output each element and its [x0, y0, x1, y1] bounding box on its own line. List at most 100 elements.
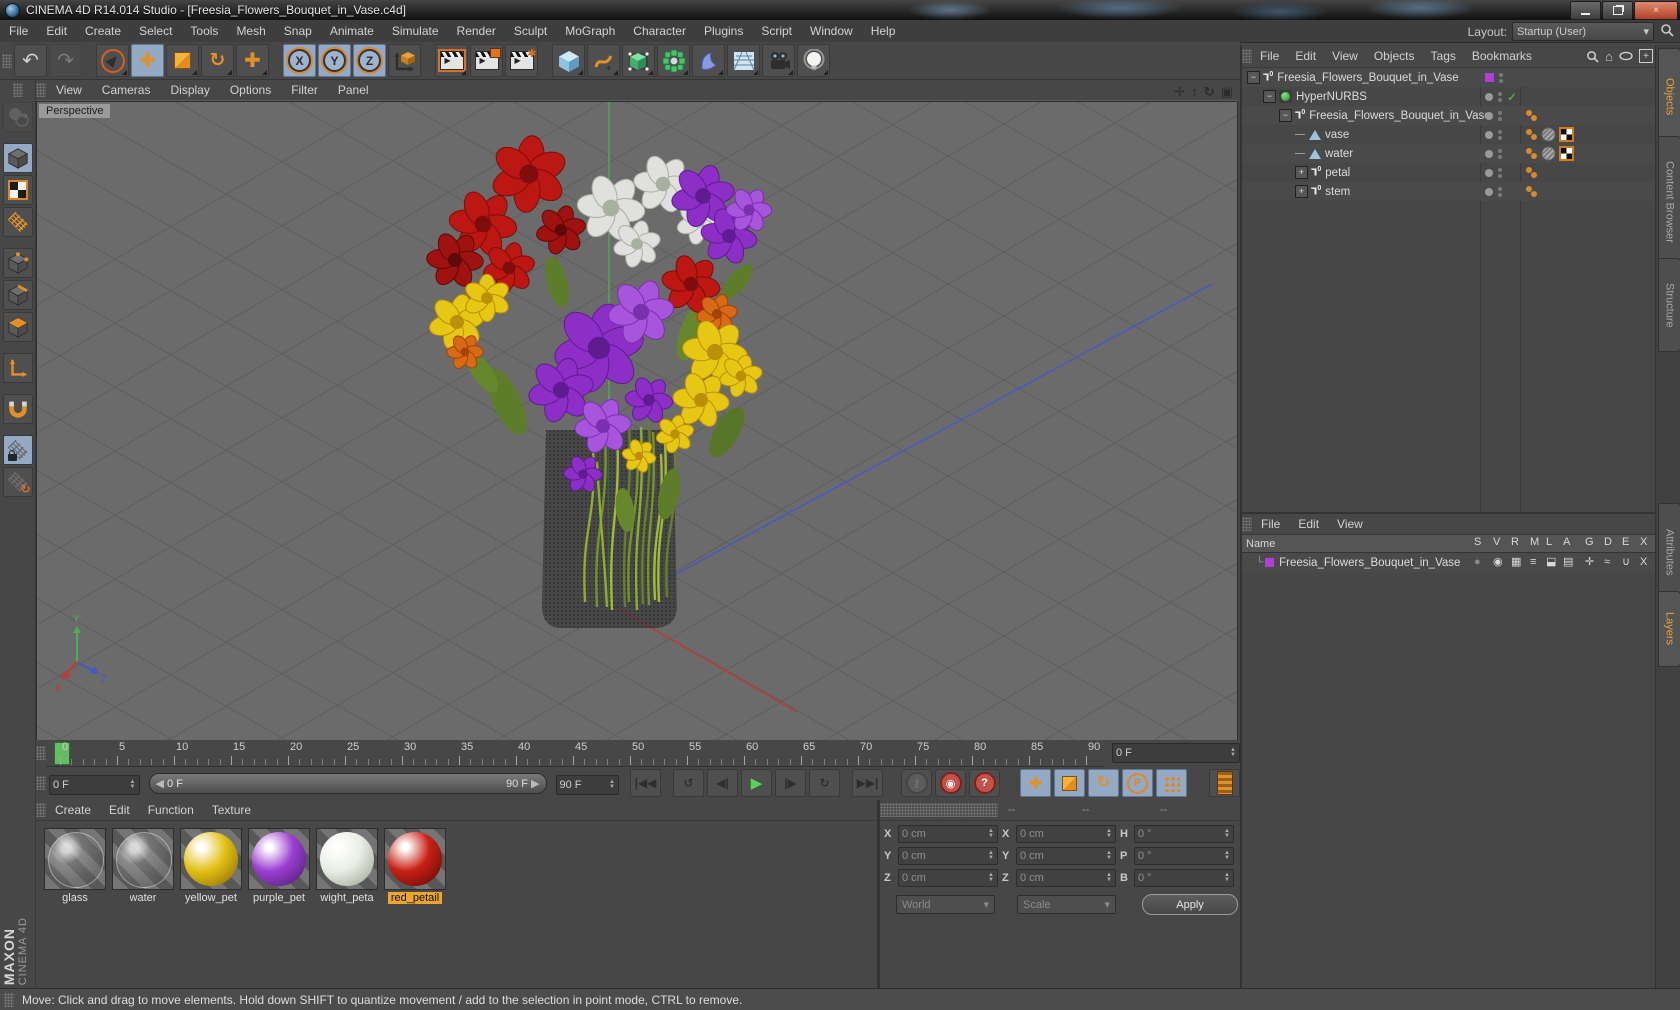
minimize-button[interactable]	[1570, 1, 1601, 20]
transport-goto-next-frame-button[interactable]: |▶	[775, 769, 806, 797]
phong-tag[interactable]	[1525, 166, 1538, 179]
viewport-menu-cameras[interactable]: Cameras	[92, 80, 161, 100]
texture-tag[interactable]	[1541, 146, 1556, 161]
toolbar-add-camera-button[interactable]	[762, 44, 795, 77]
close-button[interactable]: ×	[1634, 1, 1678, 20]
om-menu-file[interactable]: File	[1252, 45, 1287, 67]
menu-select[interactable]: Select	[130, 20, 181, 42]
material-thumbnail[interactable]	[44, 828, 106, 890]
object-row-petal[interactable]: + Ꞁ0 petal	[1242, 163, 1657, 182]
current-frame-spinner[interactable]: 0 F ▲ ▼	[49, 774, 140, 795]
material-menu-function[interactable]: Function	[139, 799, 203, 821]
filter-icon[interactable]	[1619, 51, 1633, 61]
layer-toggle-deformers-icon[interactable]: ≈	[1604, 557, 1610, 568]
phong-tag[interactable]	[1525, 185, 1538, 198]
transport-record-rotation-toggle[interactable]: ↻	[1088, 769, 1119, 797]
object-name[interactable]: stem	[1325, 186, 1350, 198]
toolbar-live-selection-button[interactable]	[96, 44, 129, 77]
toolbar-render-view-button[interactable]	[435, 44, 468, 77]
material-thumbnail[interactable]	[112, 828, 174, 890]
scene-canvas[interactable]: YZX	[16, 0, 1258, 1010]
transport-keyframe-selection-button[interactable]: ?	[969, 769, 1000, 797]
viewport-3d-view[interactable]: ✛ ↕ ↻ ▣ Perspective YZX	[16, 0, 1258, 1010]
panel-grip[interactable]	[36, 776, 46, 790]
tool-snap-button[interactable]	[2, 394, 33, 424]
layout-select[interactable]: Startup (User) ▾	[1512, 22, 1654, 41]
transport-autokeying-button[interactable]: ⚷	[901, 769, 932, 797]
layer-row[interactable]: └ Freesia_Flowers_Bouquet_in_Vase ● ◉ ▦ ≡ ⬓ ▤…	[1242, 553, 1657, 572]
column-header-v[interactable]: V	[1493, 536, 1500, 548]
view-label[interactable]: Perspective	[39, 104, 111, 118]
transport-goto-start-button[interactable]: |◀◀	[630, 769, 661, 797]
material-label[interactable]: yellow_pet	[185, 892, 237, 904]
menu-script[interactable]: Script	[752, 20, 801, 42]
toolbar-add-cube-button[interactable]	[552, 44, 585, 77]
tool-workplane-mode-button[interactable]	[2, 207, 33, 237]
material-thumbnail[interactable]	[248, 828, 310, 890]
layer-toggle-lock-icon[interactable]: ⬓	[1546, 557, 1556, 568]
layer-color-swatch[interactable]	[1485, 73, 1494, 82]
toolbar-coordinate-system-button[interactable]	[388, 44, 421, 77]
layers-menu-view[interactable]: View	[1328, 513, 1372, 535]
tab-layers[interactable]: Layers	[1658, 591, 1680, 667]
enable-dot[interactable]	[1485, 187, 1493, 196]
visibility-dots[interactable]	[1499, 72, 1503, 83]
tool-lock-workplane-button[interactable]	[2, 435, 33, 465]
size-z-field[interactable]: 0 cm ▲ ▼	[1016, 869, 1116, 887]
material-menu-edit[interactable]: Edit	[100, 799, 139, 821]
column-header-x[interactable]: X	[1640, 536, 1647, 548]
layer-toggle-solo-icon[interactable]: ●	[1474, 557, 1481, 568]
layer-toggle-visible-icon[interactable]: ◉	[1493, 557, 1503, 568]
add-icon[interactable]: +	[1639, 49, 1653, 63]
toolbar-add-array-button[interactable]	[657, 44, 690, 77]
enable-dot[interactable]	[1485, 92, 1493, 101]
layer-toggle-expressions-icon[interactable]: ∪	[1622, 557, 1630, 568]
tab-attributes[interactable]: Attributes	[1658, 503, 1680, 601]
om-menu-tags[interactable]: Tags	[1423, 45, 1464, 67]
toolbar-redo-button[interactable]: ↷	[49, 44, 82, 77]
slider-left-arrow[interactable]: ◀	[156, 778, 168, 790]
size-x-field[interactable]: 0 cm ▲ ▼	[1016, 825, 1116, 843]
material-yellow-pet[interactable]: yellow_pet	[180, 828, 242, 904]
toolbar-rotate-button[interactable]: ↻	[201, 44, 234, 77]
material-wight-peta[interactable]: wight_peta	[316, 828, 378, 904]
menu-character[interactable]: Character	[624, 20, 695, 42]
layer-toggle-animation-icon[interactable]: ▤	[1563, 557, 1573, 568]
material-water[interactable]: water	[112, 828, 174, 904]
tab-structure[interactable]: Structure	[1658, 258, 1680, 352]
size-y-field[interactable]: 0 cm ▲ ▼	[1016, 847, 1116, 865]
visibility-dots[interactable]	[1498, 148, 1502, 159]
coordinate-system-dropdown[interactable]: World ▾	[896, 895, 996, 914]
transport-record-position-toggle[interactable]: ✚	[1020, 769, 1051, 797]
position-z-field[interactable]: 0 cm ▲ ▼	[898, 869, 998, 887]
rotation-b-field[interactable]: 0 ° ▲ ▼	[1134, 869, 1234, 887]
visibility-dots[interactable]	[1498, 91, 1502, 102]
slider-right-arrow[interactable]: ▶	[528, 778, 539, 790]
viewport-dolly-icon[interactable]: ↕	[1191, 85, 1198, 98]
toolbar-lock-y-button[interactable]: Y	[318, 44, 351, 77]
enable-dot[interactable]	[1485, 149, 1493, 158]
toolbar-last-used-tool-button[interactable]: ✚	[236, 44, 269, 77]
object-row-hypernurbs[interactable]: − HyperNURBS ✓	[1242, 87, 1657, 106]
restore-button[interactable]	[1602, 1, 1633, 20]
visibility-dots[interactable]	[1498, 167, 1502, 178]
rotation-p-field[interactable]: 0 ° ▲ ▼	[1134, 847, 1234, 865]
object-name[interactable]: petal	[1325, 167, 1350, 179]
panel-grip[interactable]	[36, 83, 46, 97]
menu-tools[interactable]: Tools	[181, 20, 227, 42]
transport-filmstrip-button[interactable]	[1209, 769, 1240, 797]
object-name[interactable]: Freesia_Flowers_Bouquet_in_Vase	[1277, 72, 1458, 84]
object-row-stem[interactable]: + Ꞁ0 stem	[1242, 182, 1657, 201]
layer-toggle-manager-icon[interactable]: ≡	[1530, 557, 1536, 568]
viewport-menu-options[interactable]: Options	[220, 80, 281, 100]
material-thumbnail[interactable]	[384, 828, 446, 890]
tool-polygons-mode-button[interactable]	[2, 312, 33, 342]
layer-toggle-xref-icon[interactable]: X	[1640, 557, 1647, 568]
end-frame-spinner[interactable]: 90 F ▲ ▼	[555, 774, 619, 795]
menu-sculpt[interactable]: Sculpt	[505, 20, 556, 42]
material-label[interactable]: purple_pet	[253, 892, 305, 904]
material-red-petail[interactable]: red_petail	[384, 828, 446, 904]
toolbar-lock-x-button[interactable]: X	[283, 44, 316, 77]
visibility-dots[interactable]	[1498, 186, 1502, 197]
material-label[interactable]: glass	[62, 892, 88, 904]
